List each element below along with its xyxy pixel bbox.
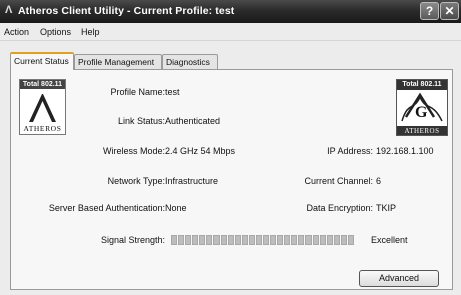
signal-segment <box>206 235 213 245</box>
signal-segment <box>277 235 284 245</box>
signal-strength-value: Excellent <box>371 235 408 245</box>
wireless-mode-label: Wireless Mode: <box>102 146 165 156</box>
signal-segment <box>270 235 277 245</box>
ip-address-value: 192.168.1.100 <box>376 146 434 156</box>
menu-bar: Action Options Help <box>0 23 461 41</box>
signal-segment <box>248 235 255 245</box>
signal-segment <box>185 235 192 245</box>
menu-action[interactable]: Action <box>4 27 29 37</box>
logo-g-letter: G <box>415 104 428 121</box>
menu-help[interactable]: Help <box>81 27 100 37</box>
atheros-wordmark: ATHEROS <box>397 126 447 135</box>
link-status-label: Link Status: <box>117 116 165 126</box>
signal-segment <box>234 235 241 245</box>
logo-band-text: Total 802.11 <box>397 80 447 90</box>
signal-segment <box>178 235 185 245</box>
total-80211-logo: Total 802.11 ATHEROS <box>19 79 66 135</box>
atheros-lambda-icon: Λ <box>5 4 13 16</box>
signal-segment <box>213 235 220 245</box>
total-80211g-logo: Total 802.11 G ATHEROS <box>396 79 448 136</box>
signal-segment <box>291 235 298 245</box>
ip-address-label: IP Address: <box>327 146 373 156</box>
signal-strength-label: Signal Strength: <box>100 235 165 245</box>
window-title: Atheros Client Utility - Current Profile… <box>18 5 235 17</box>
data-encryption-label: Data Encryption: <box>306 203 373 213</box>
menu-options[interactable]: Options <box>40 27 71 37</box>
signal-segment <box>312 235 319 245</box>
tab-profile-management[interactable]: Profile Management <box>74 54 162 69</box>
signal-segment <box>241 235 248 245</box>
wireless-mode-value: 2.4 GHz 54 Mbps <box>165 146 236 156</box>
atheros-lambda-mark <box>29 94 56 122</box>
profile-name-value: test <box>165 87 180 97</box>
signal-segment <box>192 235 199 245</box>
signal-segment <box>255 235 263 245</box>
close-icon: ✕ <box>444 4 455 18</box>
tab-current-status[interactable]: Current Status <box>10 52 74 70</box>
signal-segment <box>319 235 326 245</box>
data-encryption-value: TKIP <box>376 203 397 213</box>
signal-segment <box>305 235 312 245</box>
server-auth-value: None <box>165 203 187 213</box>
signal-segment <box>199 235 206 245</box>
signal-segment <box>347 235 355 245</box>
signal-segment <box>227 235 234 245</box>
question-mark-icon: ? <box>425 4 434 18</box>
signal-segment <box>298 235 305 245</box>
signal-strength-meter <box>171 235 355 245</box>
close-button[interactable]: ✕ <box>440 2 459 20</box>
current-channel-value: 6 <box>376 176 382 186</box>
network-type-label: Network Type: <box>107 176 165 186</box>
current-channel-label: Current Channel: <box>304 176 373 186</box>
signal-segment <box>263 235 270 245</box>
signal-segment <box>340 235 347 245</box>
profile-name-label: Profile Name: <box>110 87 165 97</box>
signal-segment <box>326 235 333 245</box>
signal-segment <box>171 235 178 245</box>
network-type-value: Infrastructure <box>165 176 219 186</box>
advanced-button[interactable]: Advanced <box>359 270 439 287</box>
logo-band-text: Total 802.11 <box>20 80 65 89</box>
server-auth-label: Server Based Authentication: <box>48 203 165 213</box>
link-status-value: Authenticated <box>165 116 221 126</box>
signal-segment <box>284 235 291 245</box>
tab-diagnostics[interactable]: Diagnostics <box>162 54 218 69</box>
signal-segment <box>333 235 340 245</box>
title-bar: Λ Atheros Client Utility - Current Profi… <box>0 0 461 23</box>
signal-segment <box>220 235 227 245</box>
current-status-panel: Total 802.11 ATHEROS Total 802.11 G ATHE… <box>10 69 453 290</box>
atheros-wordmark: ATHEROS <box>23 124 62 133</box>
help-button[interactable]: ? <box>420 2 439 20</box>
